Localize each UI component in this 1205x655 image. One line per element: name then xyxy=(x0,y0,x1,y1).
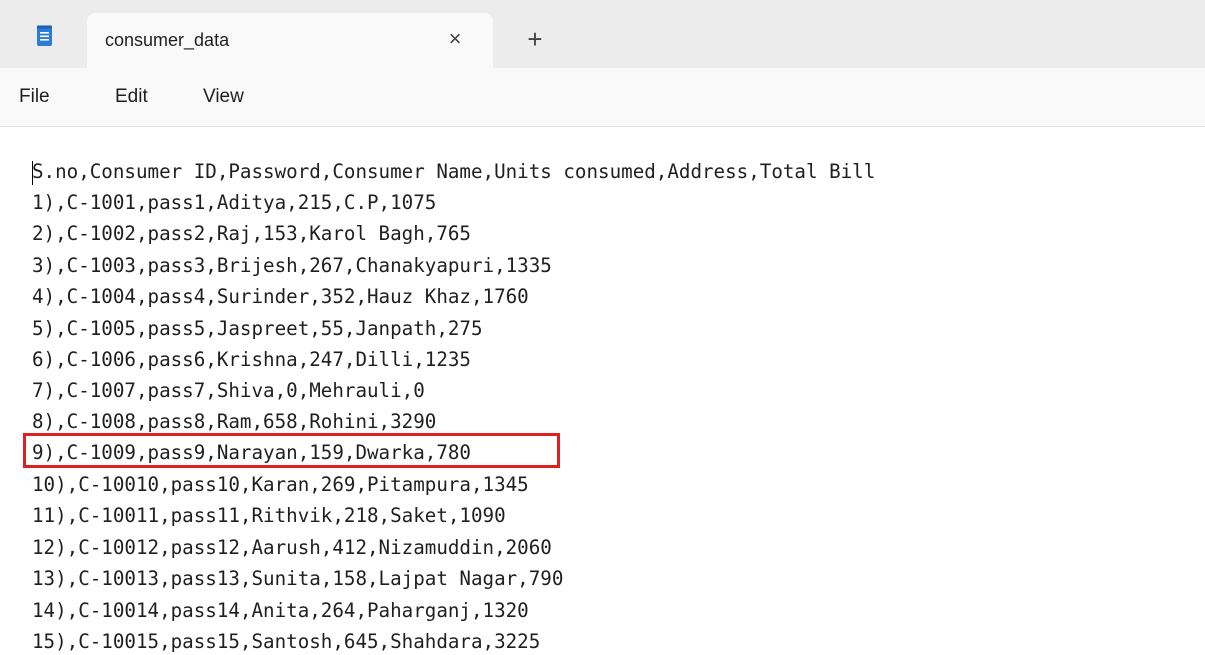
text-line: 15),C-10015,pass15,Santosh,645,Shahdara,… xyxy=(32,630,541,653)
title-bar: consumer_data × + xyxy=(0,0,1205,68)
menu-edit[interactable]: Edit xyxy=(115,86,148,108)
text-line: 11),C-10011,pass11,Rithvik,218,Saket,109… xyxy=(32,504,506,527)
highlight-box xyxy=(23,433,560,468)
new-tab-button[interactable]: + xyxy=(521,25,549,53)
text-caret xyxy=(32,161,33,185)
text-line: 6),C-1006,pass6,Krishna,247,Dilli,1235 xyxy=(32,348,471,371)
text-line: 10),C-10010,pass10,Karan,269,Pitampura,1… xyxy=(32,473,529,496)
text-line: 7),C-1007,pass7,Shiva,0,Mehrauli,0 xyxy=(32,379,425,402)
menu-file[interactable]: File xyxy=(19,86,50,108)
text-line: 2),C-1002,pass2,Raj,153,Karol Bagh,765 xyxy=(32,222,471,245)
text-line: 14),C-10014,pass14,Anita,264,Paharganj,1… xyxy=(32,599,529,622)
menu-view[interactable]: View xyxy=(203,86,244,108)
text-line: 12),C-10012,pass12,Aarush,412,Nizamuddin… xyxy=(32,536,552,559)
text-line: 1),C-1001,pass1,Aditya,215,C.P,1075 xyxy=(32,191,437,214)
text-line: S.no,Consumer ID,Password,Consumer Name,… xyxy=(32,160,876,183)
tab-title: consumer_data xyxy=(105,30,230,50)
text-editor[interactable]: S.no,Consumer ID,Password,Consumer Name,… xyxy=(0,127,1205,653)
text-line: 5),C-1005,pass5,Jaspreet,55,Janpath,275 xyxy=(32,317,483,340)
text-line: 3),C-1003,pass3,Brijesh,267,Chanakyapuri… xyxy=(32,254,552,277)
menu-bar: File Edit View xyxy=(0,68,1205,127)
close-icon[interactable]: × xyxy=(442,26,468,52)
tab-consumer-data[interactable]: consumer_data × xyxy=(87,13,493,68)
text-line: 13),C-10013,pass13,Sunita,158,Lajpat Nag… xyxy=(32,567,564,590)
notepad-icon xyxy=(37,25,52,46)
text-line: 4),C-1004,pass4,Surinder,352,Hauz Khaz,1… xyxy=(32,285,529,308)
text-line: 8),C-1008,pass8,Ram,658,Rohini,3290 xyxy=(32,410,437,433)
